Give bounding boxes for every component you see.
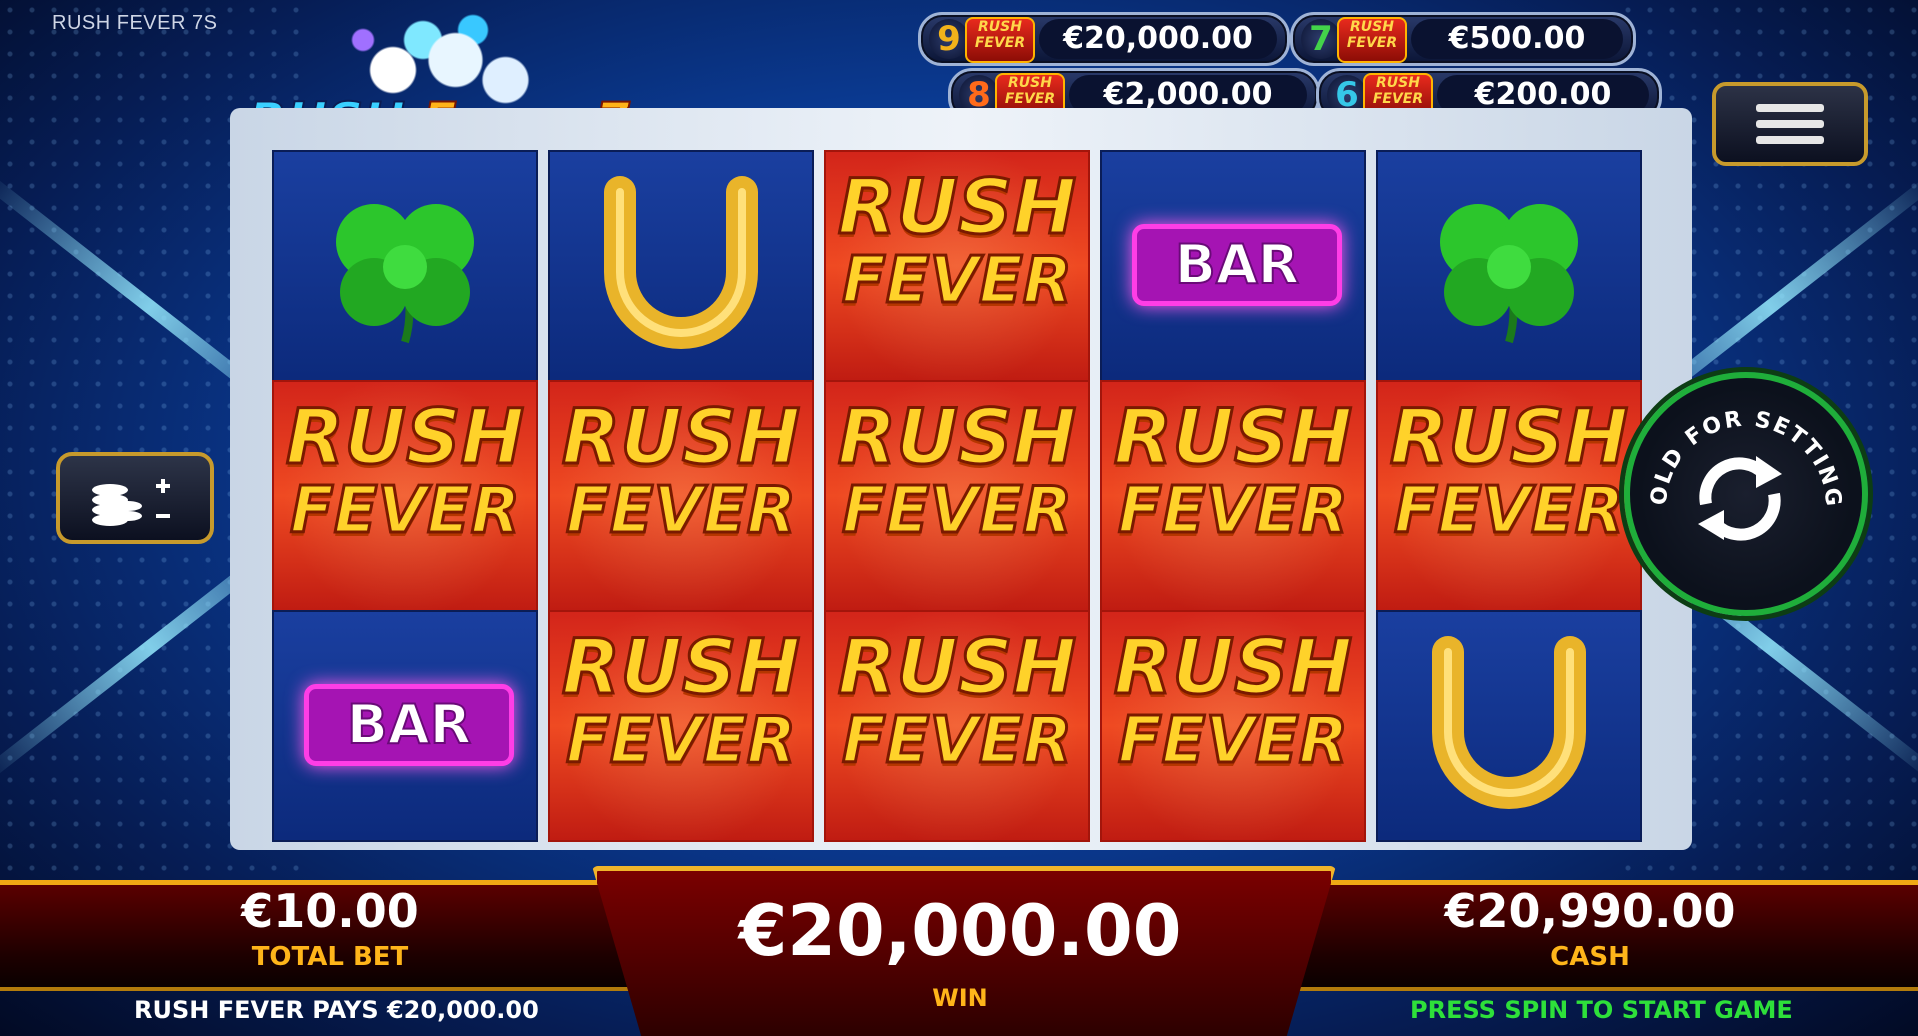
- coin-stack-plus-minus-icon: [92, 479, 170, 526]
- rush-fever-symbol: RUSH FEVER: [836, 622, 1078, 780]
- reel-cell: [1376, 150, 1642, 382]
- rush-fever-symbol: RUSH FEVER: [560, 622, 802, 780]
- prize-value: €500.00: [1411, 19, 1623, 59]
- bet-adjust-button[interactable]: [56, 452, 214, 544]
- prize-row-7: 7 RUSH FEVER €500.00: [1290, 12, 1636, 66]
- prize-value: €20,000.00: [1039, 19, 1277, 59]
- prize-number: 7: [1301, 19, 1341, 59]
- reel-cell: RUSH FEVER: [548, 610, 814, 842]
- bar-symbol: BAR: [1132, 224, 1342, 306]
- win-label: WIN: [932, 984, 988, 1012]
- spin-button[interactable]: HOLD FOR SETTINGS: [1624, 372, 1868, 616]
- reel-cell: BAR: [272, 610, 538, 842]
- spin-arrows-icon: [1698, 456, 1782, 541]
- reel-cell: RUSH FEVER: [548, 380, 814, 612]
- bar-symbol: BAR: [304, 684, 514, 766]
- reel-cell: RUSH FEVER: [824, 380, 1090, 612]
- cash-label: CASH: [1550, 942, 1630, 972]
- window-title: RUSH FEVER 7S: [52, 12, 218, 34]
- reel-cell: RUSH FEVER: [1100, 380, 1366, 612]
- reel-cell: RUSH FEVER: [1376, 380, 1642, 612]
- rush-fever-symbol: RUSH FEVER: [836, 392, 1078, 550]
- rush-fever-symbol: RUSH FEVER: [560, 392, 802, 550]
- rush-fever-symbol: RUSH FEVER: [284, 392, 526, 550]
- reel-cell: RUSH FEVER: [824, 610, 1090, 842]
- total-bet-label: TOTAL BET: [251, 942, 409, 972]
- reel-cell: BAR: [1100, 150, 1366, 382]
- win-amount: €20,000.00: [738, 890, 1182, 972]
- total-bet-amount: €10.00: [241, 884, 419, 938]
- reel-cell: RUSH FEVER: [1100, 610, 1366, 842]
- reel-cell: [272, 150, 538, 382]
- game-stage: RUSH FEVER 7S RUSH Fever 7s 9 RUSH FEVER…: [0, 0, 1918, 1036]
- rush-fever-symbol: RUSH FEVER: [1112, 622, 1354, 780]
- win-message: RUSH FEVER PAYS €20,000.00: [134, 996, 539, 1024]
- rush-fever-badge-icon: RUSH FEVER: [1337, 17, 1407, 63]
- reel-cell: RUSH FEVER: [272, 380, 538, 612]
- prize-number: 9: [929, 19, 969, 59]
- rush-fever-symbol: RUSH FEVER: [1112, 392, 1354, 550]
- reel-cell: [1376, 610, 1642, 842]
- reel-cell: RUSH FEVER: [824, 150, 1090, 382]
- rush-fever-symbol: RUSH FEVER: [836, 162, 1078, 320]
- horseshoe-icon: [1432, 636, 1586, 809]
- prize-row-9: 9 RUSH FEVER €20,000.00: [918, 12, 1290, 66]
- horseshoe-icon: [604, 176, 758, 349]
- menu-button[interactable]: [1712, 82, 1868, 166]
- status-message: PRESS SPIN TO START GAME: [1410, 996, 1793, 1024]
- clover-icon: [1440, 204, 1578, 344]
- rush-fever-symbol: RUSH FEVER: [1388, 392, 1630, 550]
- cash-amount: €20,990.00: [1444, 884, 1736, 938]
- clover-icon: [336, 204, 474, 344]
- reel-cell: [548, 150, 814, 382]
- rush-fever-badge-icon: RUSH FEVER: [965, 17, 1035, 63]
